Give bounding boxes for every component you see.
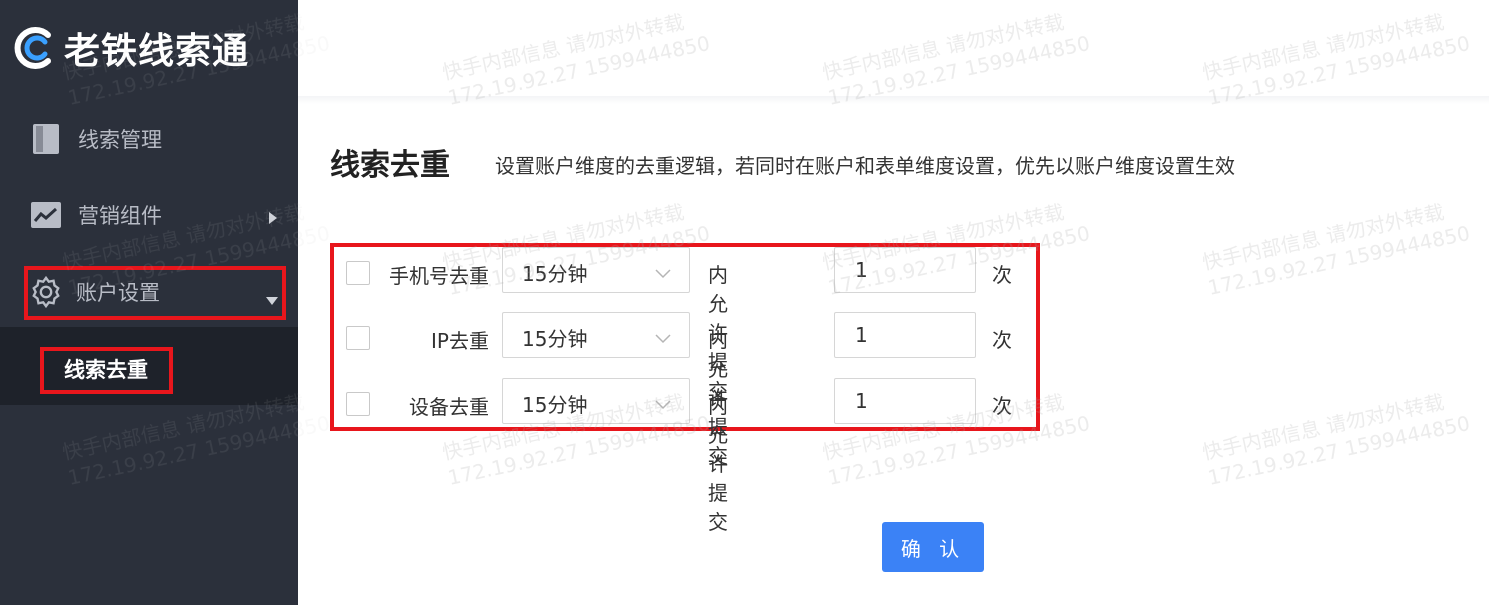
caret-down-icon	[265, 287, 279, 311]
watermark-line: 快手内部信息 请勿对外转载	[1200, 389, 1447, 465]
rule-label: IP去重	[431, 329, 489, 353]
interval-value: 15分钟	[522, 327, 588, 351]
sidebar-item-label: 营销组件	[78, 204, 162, 228]
watermark-line: 172.19.92.27 1599444850	[1205, 220, 1472, 300]
chevron-down-icon	[655, 395, 671, 414]
interval-select[interactable]: 15分钟	[502, 378, 690, 424]
watermark: 快手内部信息 请勿对外转载172.19.92.27 1599444850	[440, 4, 712, 110]
sidebar: 老铁线索通 线索管理 营销组件 账户设置 线索去重	[0, 0, 298, 605]
watermark-line: 快手内部信息 请勿对外转载	[440, 9, 687, 85]
confirm-button[interactable]: 确 认	[882, 522, 984, 572]
rule-label: 设备去重	[409, 395, 489, 419]
sidebar-item-leads[interactable]: 线索管理	[0, 108, 298, 168]
chevron-down-icon	[655, 329, 671, 348]
watermark: 快手内部信息 请勿对外转载172.19.92.27 1599444850	[1200, 384, 1472, 490]
interval-value: 15分钟	[522, 262, 588, 286]
book-icon	[30, 123, 62, 155]
app-name: 老铁线索通	[64, 31, 250, 72]
count-input[interactable]	[834, 312, 976, 358]
watermark-line: 快手内部信息 请勿对外转载	[820, 9, 1067, 85]
unit-label: 次	[992, 263, 1012, 287]
watermark: 快手内部信息 请勿对外转载172.19.92.27 1599444850	[1200, 4, 1472, 110]
sidebar-item-label: 线索管理	[78, 128, 162, 152]
chart-icon	[30, 199, 62, 231]
gear-icon	[30, 275, 62, 309]
watermark: 快手内部信息 请勿对外转载172.19.92.27 1599444850	[820, 4, 1092, 110]
watermark-line: 快手内部信息 请勿对外转载	[1200, 9, 1447, 85]
page-title: 线索去重	[330, 148, 450, 183]
interval-select[interactable]: 15分钟	[502, 247, 690, 293]
watermark: 快手内部信息 请勿对外转载172.19.92.27 1599444850	[1200, 194, 1472, 300]
unit-label: 次	[992, 394, 1012, 418]
rule-label: 手机号去重	[389, 264, 489, 288]
page-subtitle: 设置账户维度的去重逻辑，若同时在账户和表单维度设置，优先以账户维度设置生效	[495, 154, 1235, 178]
allow-submit-label: 内允许提交	[708, 394, 728, 534]
sidebar-item-label: 账户设置	[76, 281, 160, 305]
sidebar-subitem-lead-dedup[interactable]: 线索去重	[40, 347, 172, 391]
chevron-down-icon	[655, 264, 671, 283]
count-input[interactable]	[834, 378, 976, 424]
header-divider	[298, 96, 1489, 104]
app-logo[interactable]: 老铁线索通	[12, 18, 249, 78]
unit-label: 次	[992, 328, 1012, 352]
count-input[interactable]	[834, 247, 976, 293]
watermark-line: 快手内部信息 请勿对外转载	[1200, 199, 1447, 275]
interval-value: 15分钟	[522, 393, 588, 417]
sidebar-item-marketing[interactable]: 营销组件	[0, 184, 298, 244]
watermark-line: 172.19.92.27 1599444850	[1205, 410, 1472, 490]
submenu: 线索去重	[0, 327, 298, 405]
sidebar-item-account-settings[interactable]: 账户设置	[0, 261, 298, 321]
caret-right-icon	[268, 206, 278, 230]
logo-icon	[14, 27, 51, 69]
interval-select[interactable]: 15分钟	[502, 312, 690, 358]
